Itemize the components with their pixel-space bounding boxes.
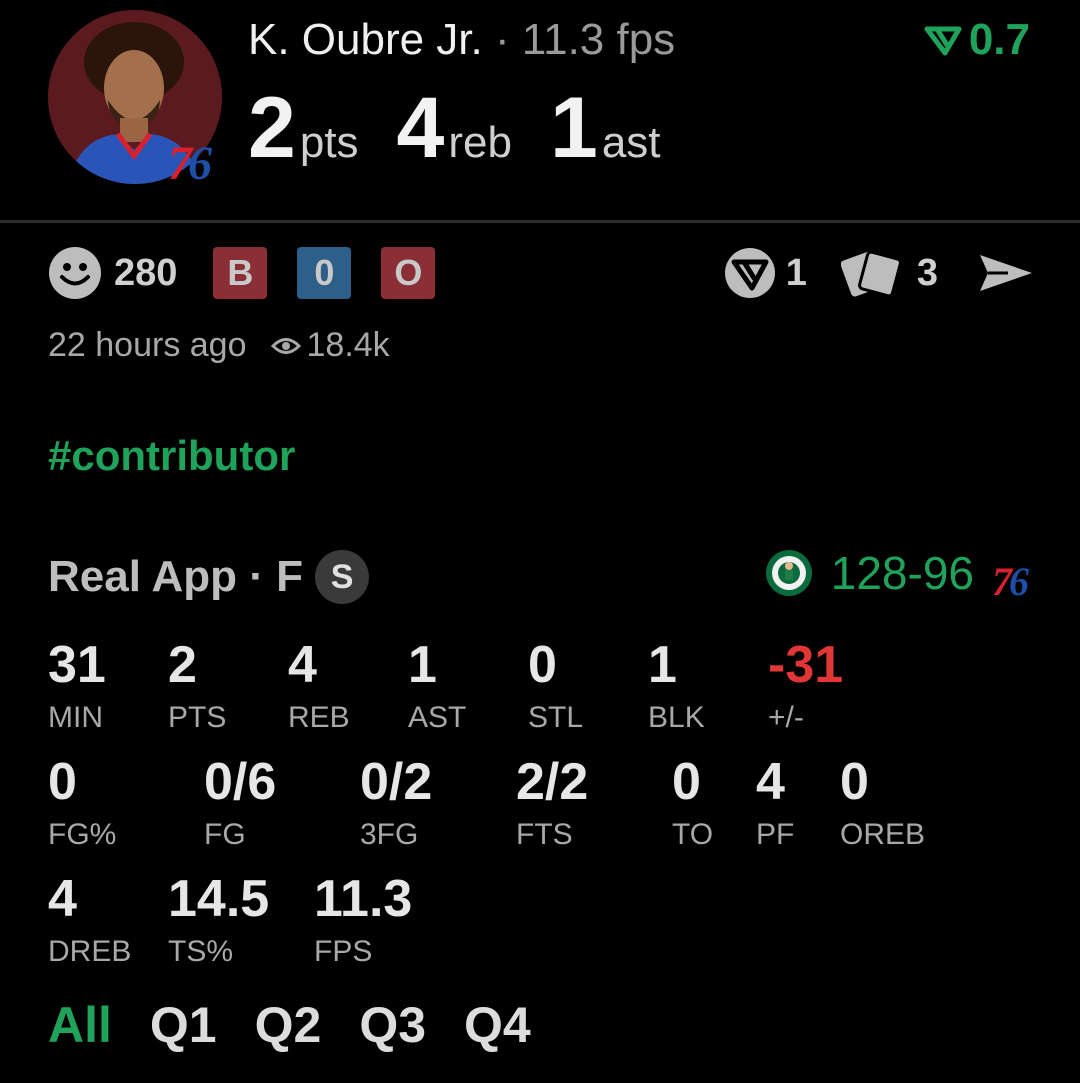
- stat-ast: 1 AST: [408, 636, 467, 734]
- tab-q3[interactable]: Q3: [359, 996, 426, 1054]
- vote-chip-o[interactable]: O: [381, 247, 436, 299]
- tab-q1[interactable]: Q1: [150, 996, 217, 1054]
- box-row-3: 4 DREB 14.5 TS% 11.3 FPS: [48, 870, 1048, 980]
- player-header: K. Oubre Jr. · 11.3 fps: [248, 14, 675, 66]
- reactions-row: 280 B 0 O: [48, 245, 465, 301]
- tab-all[interactable]: All: [48, 996, 112, 1054]
- stat-fts: 2/2 FTS: [516, 753, 589, 851]
- stat-dreb: 4 DREB: [48, 870, 132, 968]
- score-text: 128-96: [830, 547, 974, 599]
- stat-pf: 4 PF: [756, 753, 795, 851]
- cards-icon[interactable]: [840, 247, 909, 299]
- rating-action-count: 1: [785, 251, 807, 294]
- quarter-tabs: All Q1 Q2 Q3 Q4: [48, 996, 569, 1054]
- tab-q4[interactable]: Q4: [464, 996, 531, 1054]
- reaction-count: 280: [114, 251, 178, 294]
- smiley-icon[interactable]: [48, 246, 102, 300]
- stat-stl: 0 STL: [528, 636, 584, 734]
- post-card: 76 K. Oubre Jr. · 11.3 fps 0.7 2 pts 4 r…: [0, 0, 1080, 1083]
- time-ago: 22 hours ago: [48, 326, 247, 364]
- stat-ts-pct: 14.5 TS%: [168, 870, 270, 968]
- vote-chip-0[interactable]: 0: [297, 247, 352, 299]
- stat-oreb: 0 OREB: [840, 753, 926, 851]
- stat-blk: 1 BLK: [648, 636, 705, 734]
- stat-fg: 0/6 FG: [204, 753, 277, 851]
- send-icon[interactable]: [978, 251, 1034, 295]
- player-fps: 11.3 fps: [521, 15, 676, 64]
- separator: ·: [495, 15, 510, 64]
- celtics-logo-icon: [765, 550, 812, 596]
- cards-count: 3: [916, 251, 938, 294]
- stat-plus-minus: -31 +/-: [768, 636, 844, 734]
- stat-unit: reb: [448, 118, 512, 167]
- stat-value: 2: [248, 80, 296, 176]
- tab-q2[interactable]: Q2: [255, 996, 322, 1054]
- stat-reb: 4 REB: [288, 636, 350, 734]
- game-source-label: Real App · F: [48, 552, 304, 601]
- views-count: 18.4k: [306, 326, 390, 364]
- team-logo-76: 76: [168, 137, 212, 190]
- statline: 2 pts 4 reb 1 ast: [248, 78, 699, 178]
- box-row-2: 0 FG% 0/6 FG 0/2 3FG 2/2 FTS 0 TO 4 PF 0 OREB: [48, 753, 1048, 863]
- stat-min: 31 MIN: [48, 636, 106, 734]
- rating-value: 0.7: [968, 15, 1030, 64]
- stat-pts: 2 PTS: [168, 636, 227, 734]
- game-source: Real App · F S: [48, 550, 370, 604]
- stat-value: 1: [549, 80, 598, 176]
- stat-fps: 11.3 FPS: [314, 870, 413, 968]
- eye-icon: [270, 337, 301, 354]
- views: 18.4k: [270, 326, 390, 365]
- sixers-logo-icon: 76: [992, 558, 1029, 604]
- vote-chip-b[interactable]: B: [213, 247, 268, 299]
- post-meta: 22 hours ago 18.4k: [48, 326, 390, 365]
- stat-unit: ast: [601, 118, 661, 167]
- divider: [0, 220, 1080, 223]
- stat-unit: pts: [299, 118, 359, 167]
- game-score[interactable]: 128-96 76: [765, 546, 1029, 604]
- post-rating[interactable]: 0.7: [923, 14, 1030, 66]
- stat-to: 0 TO: [672, 753, 714, 851]
- rating-v-icon[interactable]: [722, 247, 778, 299]
- box-row-1: 31 MIN 2 PTS 4 REB 1 AST 0 STL 1 BLK -31 +/-: [48, 636, 1048, 746]
- player-name[interactable]: K. Oubre Jr.: [248, 15, 483, 64]
- rating-v-icon: [924, 26, 962, 56]
- stat-fg-pct: 0 FG%: [48, 753, 117, 851]
- stat-value: 4: [396, 80, 445, 176]
- hashtag-link[interactable]: #contributor: [48, 432, 295, 480]
- stat-3fg: 0/2 3FG: [360, 753, 433, 851]
- actions-row: 1 3: [722, 245, 1034, 301]
- status-badge[interactable]: S: [315, 550, 370, 604]
